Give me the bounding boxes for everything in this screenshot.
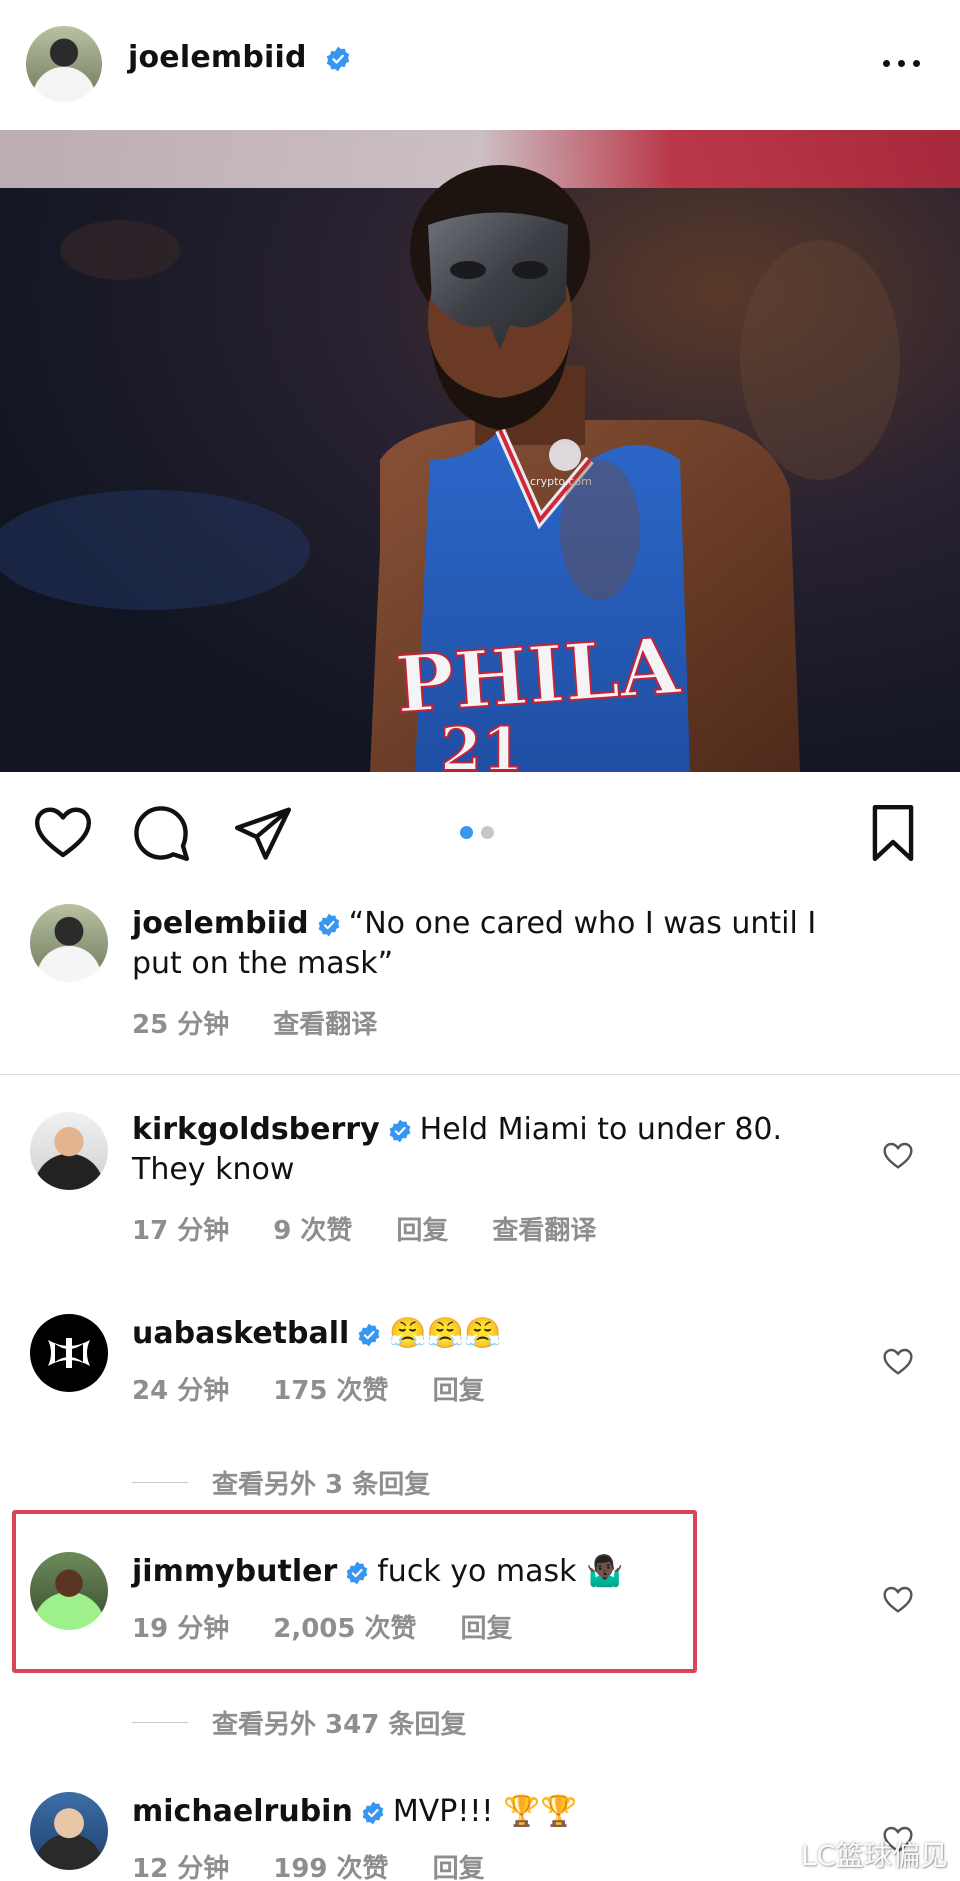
commenter-avatar[interactable] bbox=[30, 1112, 108, 1190]
reply-thread-line bbox=[132, 1722, 188, 1723]
verified-badge-icon bbox=[358, 1323, 380, 1346]
caption-body: joelembiid “No one cared who I was until … bbox=[132, 904, 860, 984]
comment-time: 17 分钟 bbox=[132, 1216, 230, 1246]
post-header: joelembiid bbox=[0, 0, 960, 130]
comment-username[interactable]: jimmybutler bbox=[132, 1554, 337, 1589]
reply-link[interactable]: 回复 bbox=[396, 1210, 448, 1247]
verified-badge-icon bbox=[346, 1561, 368, 1584]
comment-meta: 24 分钟 175 次赞 回复 bbox=[132, 1370, 529, 1407]
verified-badge-icon bbox=[318, 913, 340, 936]
comment-text: fuck yo mask 🤷🏿‍♂️ bbox=[377, 1554, 624, 1589]
translate-link[interactable]: 查看翻译 bbox=[273, 1004, 377, 1041]
share-send-icon[interactable] bbox=[232, 802, 294, 864]
translate-link[interactable]: 查看翻译 bbox=[492, 1210, 596, 1247]
comment-meta: 12 分钟 199 次赞 回复 bbox=[132, 1848, 529, 1881]
carousel-dot-inactive bbox=[481, 826, 494, 839]
comment-meta: 19 分钟 2,005 次赞 回复 bbox=[132, 1608, 557, 1645]
comment-text: MVP!!! 🏆🏆 bbox=[392, 1794, 578, 1829]
comment-bubble-icon[interactable] bbox=[130, 802, 192, 864]
comment-body: kirkgoldsberry Held Miami to under 80. Th… bbox=[132, 1110, 860, 1190]
post-image[interactable]: PHILA 21 crypto.com bbox=[0, 130, 960, 772]
caption-avatar[interactable] bbox=[30, 904, 108, 982]
comment-like-heart-icon[interactable] bbox=[882, 1140, 914, 1172]
comment-username[interactable]: uabasketball bbox=[132, 1316, 349, 1351]
comment-likes[interactable]: 199 次赞 bbox=[273, 1848, 388, 1881]
carousel-dot-active bbox=[460, 826, 473, 839]
comment-body: jimmybutler fuck yo mask 🤷🏿‍♂️ bbox=[132, 1552, 860, 1592]
verified-badge-icon bbox=[327, 46, 350, 71]
carousel-indicator bbox=[460, 826, 494, 839]
comment-likes[interactable]: 2,005 次赞 bbox=[273, 1608, 416, 1645]
comment-time: 24 分钟 bbox=[132, 1376, 230, 1406]
author-username[interactable]: joelembiid bbox=[128, 40, 351, 75]
view-more-replies[interactable]: 查看另外 3 条回复 bbox=[132, 1464, 430, 1501]
reply-link[interactable]: 回复 bbox=[461, 1608, 513, 1645]
view-more-replies[interactable]: 查看另外 347 条回复 bbox=[132, 1704, 466, 1741]
comment-likes[interactable]: 175 次赞 bbox=[273, 1370, 388, 1407]
view-replies-label[interactable]: 查看另外 3 条回复 bbox=[212, 1464, 430, 1501]
comment-meta: 17 分钟 9 次赞 回复 查看翻译 bbox=[132, 1210, 640, 1247]
commenter-avatar[interactable] bbox=[30, 1552, 108, 1630]
caption-username[interactable]: joelembiid bbox=[132, 906, 309, 941]
divider bbox=[0, 1074, 960, 1075]
more-options-icon[interactable] bbox=[876, 48, 926, 78]
caption-meta: 25 分钟 查看翻译 bbox=[132, 1004, 421, 1041]
jersey-number: 21 bbox=[440, 715, 524, 772]
comment-text: 😤😤😤 bbox=[389, 1316, 502, 1351]
comment-username[interactable]: kirkgoldsberry bbox=[132, 1112, 380, 1147]
reply-thread-line bbox=[132, 1482, 188, 1483]
commenter-avatar[interactable] bbox=[30, 1792, 108, 1870]
author-avatar[interactable] bbox=[26, 26, 102, 102]
reply-link[interactable]: 回复 bbox=[433, 1848, 485, 1881]
caption-time: 25 分钟 bbox=[132, 1010, 230, 1040]
comment-like-heart-icon[interactable] bbox=[882, 1346, 914, 1378]
comment-body: michaelrubin MVP!!! 🏆🏆 bbox=[132, 1792, 860, 1832]
comment-like-heart-icon[interactable] bbox=[882, 1584, 914, 1616]
view-replies-label[interactable]: 查看另外 347 条回复 bbox=[212, 1704, 466, 1741]
comment-likes[interactable]: 9 次赞 bbox=[273, 1210, 352, 1247]
verified-badge-icon bbox=[389, 1119, 411, 1142]
under-armour-logo-icon bbox=[48, 1338, 90, 1368]
player-photo: PHILA 21 crypto.com bbox=[0, 130, 960, 772]
reply-link[interactable]: 回复 bbox=[433, 1370, 485, 1407]
verified-badge-icon bbox=[362, 1801, 384, 1824]
like-heart-icon[interactable] bbox=[32, 802, 94, 864]
comment-body: uabasketball 😤😤😤 bbox=[132, 1314, 860, 1354]
comment-username[interactable]: michaelrubin bbox=[132, 1794, 353, 1829]
comment-time: 12 分钟 bbox=[132, 1854, 230, 1881]
comment-time: 19 分钟 bbox=[132, 1614, 230, 1644]
bookmark-save-icon[interactable] bbox=[862, 802, 924, 864]
watermark: LC篮球偏见 bbox=[800, 1839, 948, 1872]
commenter-avatar[interactable] bbox=[30, 1314, 108, 1392]
